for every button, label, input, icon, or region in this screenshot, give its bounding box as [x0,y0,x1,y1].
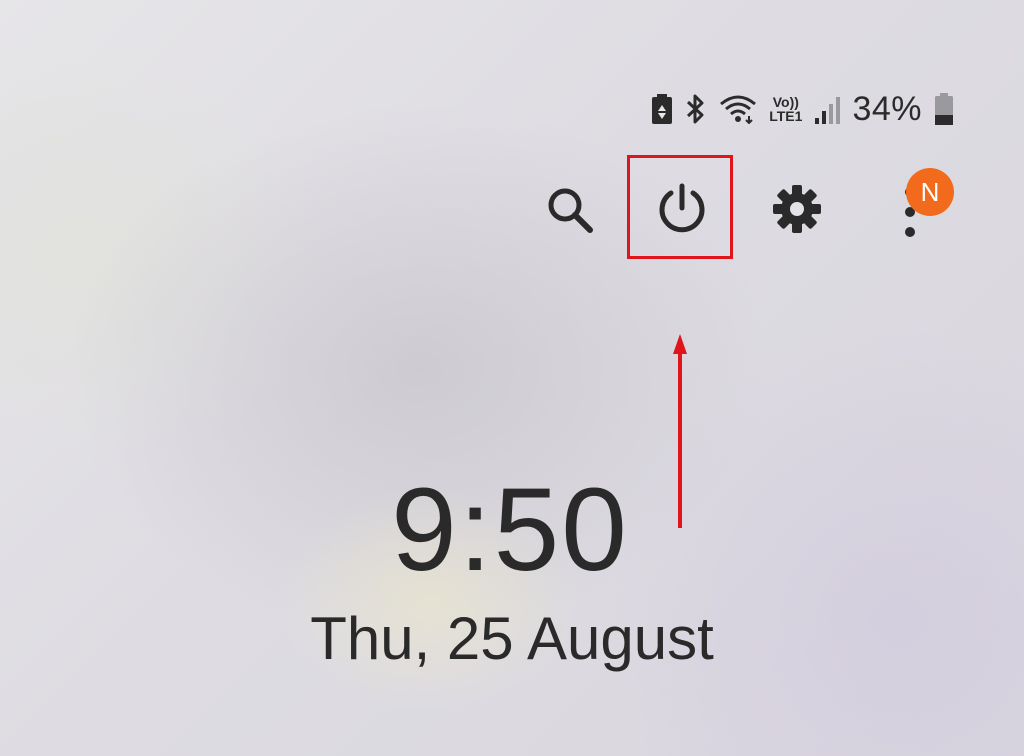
power-button-highlight [627,155,733,259]
lte-label: LTE1 [769,108,803,124]
battery-icon [934,93,954,125]
volte-lte-icon: Vo)) LTE1 [769,95,802,123]
battery-saver-icon [651,94,673,124]
notification-badge: N [906,168,954,216]
settings-icon [771,183,823,240]
lock-screen-date: Thu, 25 August [310,605,714,672]
settings-button[interactable] [766,180,828,242]
lock-screen-clock: 9:50 [391,464,629,596]
signal-icon [814,94,841,124]
battery-percentage: 34% [852,89,922,128]
status-bar: Vo)) LTE1 34% [651,88,954,130]
search-icon [544,184,596,241]
bluetooth-icon [685,93,707,125]
quick-panel-actions [0,160,1024,260]
wifi-icon [719,94,757,124]
volte-label: Vo)) [772,94,799,110]
search-button[interactable] [538,180,602,244]
